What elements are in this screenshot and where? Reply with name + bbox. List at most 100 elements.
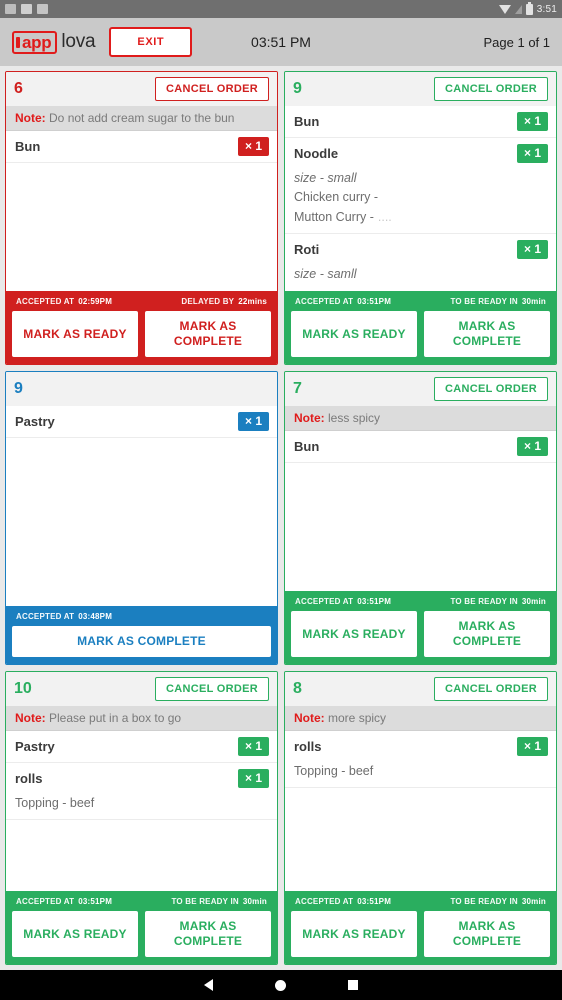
order-item-name: Noodle <box>294 146 339 161</box>
accepted-at-value: 03:51PM <box>357 897 392 906</box>
note-text: Do not add cream sugar to the bun <box>49 111 235 125</box>
accepted-at-value: 02:59PM <box>78 297 113 306</box>
battery-icon <box>525 1 533 15</box>
order-card-header: 9 <box>6 372 277 406</box>
order-items-list: Bun × 1 <box>285 431 556 591</box>
logo-dot-icon <box>16 36 20 48</box>
note-text: more spicy <box>328 711 387 725</box>
order-items-list: Pastry × 1 rolls × 1 Topping - beef <box>6 731 277 891</box>
order-number: 6 <box>14 80 23 97</box>
order-item-name: Pastry <box>15 739 55 754</box>
accepted-at-label: ACCEPTED AT <box>16 612 75 621</box>
order-item: Noodle × 1 size - small Chicken curry - Mutt… <box>285 138 556 235</box>
note-text: less spicy <box>328 411 381 425</box>
logo-badge: app <box>12 30 58 54</box>
mark-as-ready-button[interactable]: MARK AS READY <box>12 911 138 957</box>
order-item-quantity-badge: × 1 <box>516 144 548 163</box>
mark-as-ready-button[interactable]: MARK AS READY <box>291 311 417 357</box>
order-item-row: Pastry × 1 <box>6 731 277 762</box>
order-card-footer: ACCEPTED AT 02:59PM DELAYED BY 22mins MARK A… <box>6 291 277 364</box>
order-item: Roti × 1 size - samll <box>285 234 556 291</box>
mark-as-ready-button[interactable]: MARK AS READY <box>291 911 417 957</box>
order-timing-meta: ACCEPTED AT 03:51PM TO BE READY IN 30min <box>12 895 271 911</box>
order-number: 7 <box>293 380 302 397</box>
recents-icon[interactable] <box>348 980 358 990</box>
exit-button[interactable]: EXIT <box>109 27 193 57</box>
order-note: Note: Do not add cream sugar to the bun <box>6 106 277 131</box>
order-item-quantity-badge: × 1 <box>237 412 269 431</box>
order-timer-group: TO BE READY IN 30min <box>450 297 546 306</box>
order-timer-label: TO BE READY IN <box>450 297 518 306</box>
order-item-option: Topping - beef <box>294 762 547 781</box>
order-item-name: Bun <box>294 114 320 129</box>
cancel-order-button[interactable]: CANCEL ORDER <box>154 77 269 101</box>
order-item-options: Topping - beef <box>285 762 556 787</box>
order-items-list: Bun × 1 Noodle × 1 size - small Chicken curry… <box>285 106 556 291</box>
accepted-at-group: ACCEPTED AT 03:51PM <box>16 897 112 906</box>
accepted-at-group: ACCEPTED AT 03:51PM <box>295 897 391 906</box>
order-item-option-text: size - samll <box>294 267 357 282</box>
order-timing-meta: ACCEPTED AT 02:59PM DELAYED BY 22mins <box>12 295 271 311</box>
accepted-at-group: ACCEPTED AT 02:59PM <box>16 297 112 306</box>
home-icon[interactable] <box>275 979 286 991</box>
note-label: Note: <box>294 411 325 425</box>
order-item: rolls × 1 Topping - beef <box>6 763 277 821</box>
order-card-footer: ACCEPTED AT 03:51PM TO BE READY IN 30min MAR… <box>6 891 277 964</box>
mark-as-complete-button[interactable]: MARK AS COMPLETE <box>12 626 271 657</box>
notification-icon <box>5 4 16 14</box>
order-action-buttons: MARK AS READY MARK AS COMPLETE <box>291 311 550 357</box>
note-label: Note: <box>15 711 46 725</box>
mark-as-ready-button[interactable]: MARK AS READY <box>291 611 417 657</box>
order-note: Note: less spicy <box>285 406 556 431</box>
accepted-at-label: ACCEPTED AT <box>16 297 75 306</box>
order-timer-value: 30min <box>521 297 546 306</box>
order-timer-group: TO BE READY IN 30min <box>171 897 267 906</box>
order-card-header: 6 CANCEL ORDER <box>6 72 277 106</box>
accepted-at-group: ACCEPTED AT 03:51PM <box>295 297 391 306</box>
mark-as-complete-button[interactable]: MARK AS COMPLETE <box>424 311 550 357</box>
accepted-at-value: 03:51PM <box>357 597 392 606</box>
order-item-quantity-badge: × 1 <box>237 137 269 156</box>
order-item-option: Topping - beef <box>15 794 268 813</box>
order-items-list: rolls × 1 Topping - beef <box>285 731 556 891</box>
order-timer-group: TO BE READY IN 30min <box>450 597 546 606</box>
note-label: Note: <box>294 711 325 725</box>
order-item-quantity-badge: × 1 <box>237 769 269 788</box>
order-card: 9 CANCEL ORDER Bun × 1 Noodle × 1 size - small… <box>284 71 557 365</box>
app-header: app lova EXIT 03:51 PM Page 1 of 1 <box>0 18 562 66</box>
order-card-header: 9 CANCEL ORDER <box>285 72 556 106</box>
cancel-order-button[interactable]: CANCEL ORDER <box>154 677 269 701</box>
notification-icon <box>37 4 48 14</box>
logo-lova-text: lova <box>61 31 96 52</box>
order-item-row: rolls × 1 <box>285 731 556 762</box>
order-item-option: size - small <box>294 169 547 188</box>
cancel-order-button[interactable]: CANCEL ORDER <box>433 77 548 101</box>
mark-as-complete-button[interactable]: MARK AS COMPLETE <box>145 311 271 357</box>
order-card: 8 CANCEL ORDER Note: more spicy rolls × 1 Top… <box>284 671 557 965</box>
order-card-header: 10 CANCEL ORDER <box>6 672 277 706</box>
cancel-order-button[interactable]: CANCEL ORDER <box>433 677 548 701</box>
mark-as-complete-button[interactable]: MARK AS COMPLETE <box>145 911 271 957</box>
accepted-at-label: ACCEPTED AT <box>295 297 354 306</box>
orders-grid: 6 CANCEL ORDER Note: Do not add cream suga… <box>0 66 562 970</box>
wifi-icon <box>498 4 511 14</box>
cancel-order-button[interactable]: CANCEL ORDER <box>433 377 548 401</box>
order-action-buttons: MARK AS READY MARK AS COMPLETE <box>291 611 550 657</box>
order-item-options: Topping - beef <box>6 794 277 819</box>
note-text: Please put in a box to go <box>49 711 182 725</box>
order-timer-label: TO BE READY IN <box>450 897 518 906</box>
order-card-footer: ACCEPTED AT 03:51PM TO BE READY IN 30min MAR… <box>285 891 556 964</box>
android-nav-bar <box>0 970 562 1000</box>
order-item-option: size - samll <box>294 265 547 284</box>
status-bar-clock: 3:51 <box>536 3 557 15</box>
mark-as-complete-button[interactable]: MARK AS COMPLETE <box>424 611 550 657</box>
order-card-footer: ACCEPTED AT 03:51PM TO BE READY IN 30min MAR… <box>285 291 556 364</box>
order-item-row: Pastry × 1 <box>6 406 277 437</box>
android-status-bar: 3:51 <box>0 0 562 18</box>
mark-as-ready-button[interactable]: MARK AS READY <box>12 311 138 357</box>
order-card: 9 Pastry × 1 ACCEPTED AT 03:48PM MARK AS COMP… <box>5 371 278 665</box>
mark-as-complete-button[interactable]: MARK AS COMPLETE <box>424 911 550 957</box>
back-icon[interactable] <box>204 979 213 991</box>
header-clock: 03:51 PM <box>251 34 311 50</box>
order-item-quantity-badge: × 1 <box>516 437 548 456</box>
